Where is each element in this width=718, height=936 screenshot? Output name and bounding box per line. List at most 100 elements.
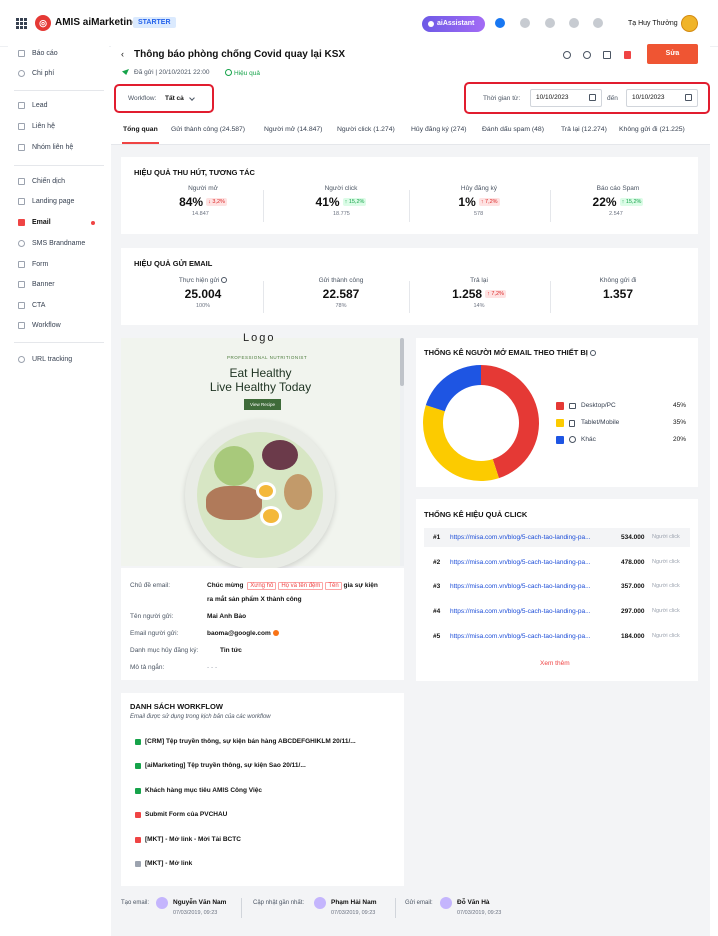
subject-value: Chúc mừng Xưng hô Họ và tên đệm Tên gia sự… <box>207 582 378 590</box>
divider <box>395 898 396 918</box>
sending-title: HIỆU QUẢ GỬI EMAIL <box>134 259 213 268</box>
sidebar-item-form[interactable]: Form <box>18 261 48 268</box>
settings-icon[interactable] <box>569 18 579 28</box>
duplicate-icon[interactable] <box>603 51 611 59</box>
workflow-item[interactable]: [MKT] - Mở link <box>135 860 192 867</box>
preview-icon[interactable] <box>583 51 591 59</box>
divider <box>550 281 551 313</box>
back-icon[interactable]: ‹ <box>121 49 124 59</box>
sidebar-item-landing-page[interactable]: Landing page <box>18 198 74 205</box>
click-rank: #2 <box>433 559 441 566</box>
form-icon <box>18 261 25 268</box>
workflow-item[interactable]: Khách hàng mục tiêu AMIS Công Việc <box>135 787 262 794</box>
workflow-item[interactable]: Submit Form của PVCHAU <box>135 811 227 818</box>
legend-value-other: 20% <box>673 436 687 443</box>
calendar-icon[interactable] <box>589 94 596 101</box>
info-icon[interactable] <box>221 277 228 283</box>
click-url[interactable]: https://misa.com.vn/blog/5-cach-tao-land… <box>450 608 620 615</box>
tab-khong-gui-di[interactable]: Không gửi đi (21.225) <box>619 126 685 133</box>
campaign-icon <box>18 178 25 185</box>
tab-tong-quan[interactable]: Tổng quan <box>123 126 158 133</box>
delete-icon[interactable] <box>624 51 631 59</box>
tab-gui-thanh-cong[interactable]: Gửi thành công (24.587) <box>171 126 245 133</box>
sidebar-item-sms[interactable]: SMS Brandname <box>18 240 85 247</box>
ai-assistant-button[interactable]: aiAssistant <box>422 16 485 32</box>
click-count: 357.000 <box>621 583 645 590</box>
facebook-icon[interactable] <box>495 18 505 28</box>
kpi-sub: 18.775 <box>333 211 350 217</box>
calendar-icon[interactable] <box>685 94 692 101</box>
edit-button[interactable]: Sửa <box>647 44 698 64</box>
donut-slice-kh-c[interactable] <box>425 365 481 412</box>
apps-icon[interactable] <box>545 18 555 28</box>
help-icon[interactable] <box>563 51 571 59</box>
kpi-value-text: 1.258 <box>452 287 483 301</box>
sidebar-item-cta[interactable]: CTA <box>18 302 45 309</box>
user-name[interactable]: Tạ Huy Thưởng <box>628 20 678 27</box>
click-row[interactable]: #4 https://misa.com.vn/blog/5-cach-tao-la… <box>424 602 690 621</box>
sender-email-value: baoma@google.com <box>207 630 279 637</box>
divider <box>241 898 242 918</box>
workflow-item[interactable]: [CRM] Tệp truyền thông, sự kiện bán hàng… <box>135 738 356 745</box>
sidebar-item-url-tracking[interactable]: URL tracking <box>18 356 72 363</box>
kpi-value: 22% ↑ 15,2% <box>568 195 668 209</box>
sidebar-item-label: Báo cáo <box>32 50 58 57</box>
sidebar-item-lead[interactable]: Lead <box>18 102 48 109</box>
kpi-sub: 78% <box>335 303 347 309</box>
sidebar-item-lien-he[interactable]: Liên hệ <box>18 123 55 130</box>
workflow-item[interactable]: [aiMarketing] Tệp truyền thông, sự kiện … <box>135 762 306 769</box>
legend-label-tablet: Tablet/Mobile <box>581 419 620 426</box>
footer-sent-time: 07/03/2019, 09:23 <box>457 910 502 916</box>
tab-nguoi-click[interactable]: Người click (1.274) <box>337 126 395 133</box>
tab-bar <box>111 121 710 145</box>
workflow-item-label: [MKT] - Mở link <box>145 860 193 867</box>
click-url[interactable]: https://misa.com.vn/blog/5-cach-tao-land… <box>450 633 620 640</box>
sidebar-item-label: Liên hệ <box>32 123 55 130</box>
workflow-filter-select[interactable]: Tất cả <box>165 95 184 102</box>
help-icon[interactable] <box>593 18 603 28</box>
kpi-label: Trả lại <box>470 277 488 284</box>
tab-danh-dau-spam[interactable]: Đánh dấu spam (48) <box>482 126 544 133</box>
date-from-label: Thời gian từ: <box>483 95 521 102</box>
kpi-value: 41% ↑ 15,2% <box>291 195 391 209</box>
date-to-input[interactable]: 10/10/2023 <box>626 89 698 107</box>
sidebar-item-nhom-lien-he[interactable]: Nhóm liên hệ <box>18 144 73 151</box>
click-row[interactable]: #3 https://misa.com.vn/blog/5-cach-tao-la… <box>424 577 690 596</box>
sidebar-item-chien-dich[interactable]: Chiến dịch <box>18 178 65 185</box>
user-avatar[interactable] <box>681 15 698 32</box>
sidebar-item-banner[interactable]: Banner <box>18 281 55 288</box>
sidebar-item-bao-cao[interactable]: Báo cáo <box>18 50 58 57</box>
sidebar-item-email[interactable]: Email <box>18 219 51 226</box>
click-url[interactable]: https://misa.com.vn/blog/5-cach-tao-land… <box>450 559 620 566</box>
preview-scrollbar-thumb[interactable] <box>400 338 404 386</box>
tab-tra-lai[interactable]: Trả lại (12.274) <box>561 126 607 133</box>
click-row[interactable]: #1 https://misa.com.vn/blog/5-cach-tao-la… <box>424 528 690 547</box>
click-url[interactable]: https://misa.com.vn/blog/5-cach-tao-land… <box>450 583 620 590</box>
click-row[interactable]: #2 https://misa.com.vn/blog/5-cach-tao-la… <box>424 553 690 572</box>
click-row[interactable]: #5 https://misa.com.vn/blog/5-cach-tao-la… <box>424 627 690 646</box>
footer-updated-label: Cập nhật gần nhất: <box>253 900 305 906</box>
active-tab-indicator <box>122 142 159 144</box>
brand-name: AMIS aiMarketing <box>55 17 139 28</box>
plan-badge: STARTER <box>133 17 176 28</box>
click-unit: Người click <box>652 583 680 589</box>
kpi-label: Gửi thành công <box>318 277 364 284</box>
click-url[interactable]: https://misa.com.vn/blog/5-cach-tao-land… <box>450 534 620 541</box>
see-more-link[interactable]: Xem thêm <box>540 660 570 667</box>
app-grid-icon[interactable] <box>16 18 27 29</box>
workflow-list-title: DANH SÁCH WORKFLOW <box>130 702 223 711</box>
email-icon <box>18 219 25 226</box>
tab-nguoi-mo[interactable]: Người mở (14.847) <box>264 126 322 133</box>
tab-huy-dang-ky[interactable]: Hủy đăng ký (274) <box>411 126 467 133</box>
info-icon[interactable] <box>589 350 596 356</box>
sidebar-item-label: Email <box>32 219 51 226</box>
kpi-value-text: 41% <box>315 195 340 209</box>
donut-slice-tablet-mobile[interactable] <box>423 405 499 481</box>
click-unit: Người click <box>652 534 680 540</box>
date-from-input[interactable]: 10/10/2023 <box>530 89 602 107</box>
notification-icon[interactable] <box>520 18 530 28</box>
sidebar-item-workflow[interactable]: Workflow <box>18 322 61 329</box>
subject-label: Chủ đề email: <box>130 582 171 589</box>
sidebar-item-chi-phi[interactable]: Chi phí <box>18 70 54 77</box>
workflow-item[interactable]: [MKT] - Mở link - Mời Tải BCTC <box>135 836 241 843</box>
